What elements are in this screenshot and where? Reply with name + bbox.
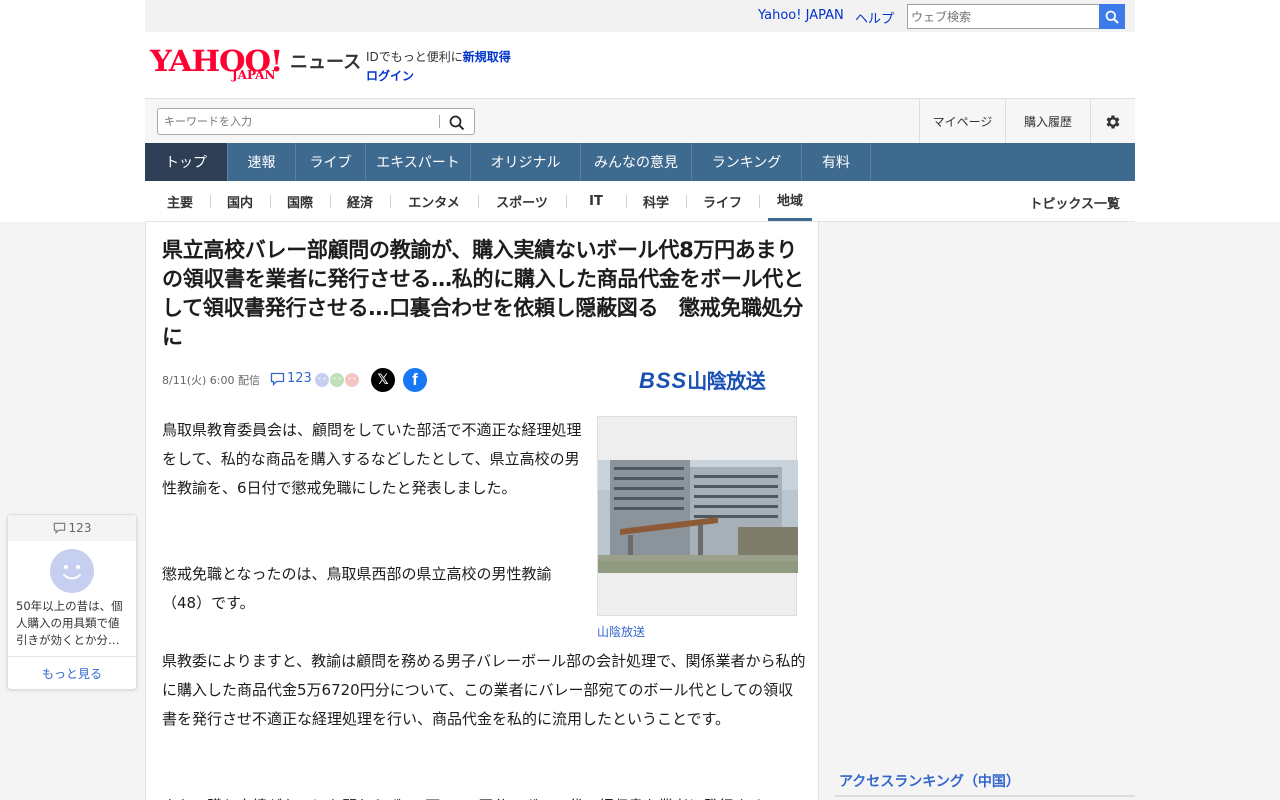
article-meta: 8/11(火) 6:00 配信 [162, 372, 260, 388]
category-sports[interactable]: スポーツ [487, 181, 557, 221]
category-divider [759, 195, 760, 208]
main-nav-expert[interactable]: エキスパート [366, 143, 471, 181]
main-nav-paid[interactable]: 有料 [802, 143, 871, 181]
category-domestic[interactable]: 国内 [220, 181, 260, 221]
category-main[interactable]: 主要 [160, 181, 200, 221]
main-nav-opinions[interactable]: みんなの意見 [581, 143, 692, 181]
news-service-name[interactable]: ニュース [290, 48, 361, 74]
comments-link[interactable]: 123 [270, 371, 312, 386]
article-paragraph: 県教委によりますと、教諭は顧問を務める男子バレーボール部の会計処理で、関係業者か… [162, 652, 806, 728]
search-icon[interactable] [448, 114, 466, 132]
facebook-logo-icon: f [412, 370, 418, 389]
logo-japan-text: JAPAN [232, 68, 276, 82]
topics-list-link[interactable]: トピックス一覧 [1029, 193, 1120, 212]
source-logo-bss: BSS [639, 368, 688, 393]
gear-icon [1106, 114, 1120, 129]
keyword-search-box [157, 108, 475, 135]
main-nav-top[interactable]: トップ [145, 143, 228, 181]
settings-button[interactable] [1090, 99, 1135, 144]
article-paragraph: 懲戒免職となったのは、鳥取県西部の県立高校の男性教諭（48）です。 [162, 565, 552, 612]
category-divider [626, 195, 627, 208]
ranking-divider [835, 795, 1135, 797]
share-facebook-button[interactable]: f [403, 368, 427, 392]
photo-caption[interactable]: 山陰放送 [597, 623, 645, 640]
search-divider [439, 115, 440, 128]
help-link[interactable]: ヘルプ [855, 8, 894, 27]
article-paragraph: 鳥取県教育委員会は、顧問をしていた部活で不適正な経理処理をして、私的な商品を購入… [162, 421, 582, 497]
search-row: マイページ 購入履歴 [145, 98, 1135, 144]
x-logo-icon: 𝕏 [377, 372, 389, 388]
publish-date: 8/11(火) 6:00 [162, 374, 235, 387]
main-nav-ranking[interactable]: ランキング [692, 143, 802, 181]
search-icon [1105, 10, 1119, 24]
category-divider [390, 195, 391, 208]
promo-text: IDでもっと便利に [366, 50, 463, 64]
category-divider [210, 195, 211, 208]
delivery-label: 配信 [237, 374, 260, 387]
signup-link[interactable]: 新規取得 [463, 50, 511, 64]
see-more-comments-link[interactable]: もっと見る [8, 656, 136, 690]
login-link[interactable]: ログイン [366, 67, 414, 84]
web-search-input[interactable] [908, 5, 1098, 28]
smiley-avatar-icon [50, 549, 94, 593]
keyword-search-input[interactable] [158, 109, 438, 134]
category-it[interactable]: IT [575, 181, 617, 221]
main-nav: トップ 速報 ライブ エキスパート オリジナル みんなの意見 ランキング 有料 [145, 143, 1135, 181]
comment-preview-text: 50年以上の昔は、個人購入の用具類で値引きが効くとか分… [16, 599, 123, 647]
comment-count: 123 [287, 371, 312, 386]
main-nav-original[interactable]: オリジナル [471, 143, 581, 181]
category-life[interactable]: ライフ [695, 181, 750, 221]
access-ranking-title[interactable]: アクセスランキング（中国） [839, 771, 1020, 791]
category-divider [686, 195, 687, 208]
category-nav: 主要 国内 国際 経済 エンタメ スポーツ IT 科学 ライフ 地域 トピックス… [145, 181, 1135, 222]
comment-icon [270, 372, 285, 386]
category-international[interactable]: 国際 [280, 181, 320, 221]
logo-row: YAHOO! JAPAN ニュース IDでもっと便利に新規取得 ログイン [145, 32, 1135, 98]
article-paragraph: また、購入実績がないにも関わらず、2万7100円分のボール代の領収書を業者に発行… [162, 792, 806, 800]
category-divider [566, 195, 567, 208]
category-divider [270, 195, 271, 208]
article-headline: 県立高校バレー部顧問の教諭が、購入実績ないボール代8万円あまりの領収書を業者に発… [162, 238, 804, 349]
web-search-button[interactable] [1099, 4, 1125, 29]
purchase-history-button[interactable]: 購入履歴 [1005, 99, 1090, 144]
utility-bar: Yahoo! JAPAN ヘルプ [145, 0, 1135, 32]
id-promo: IDでもっと便利に新規取得 [366, 48, 511, 65]
category-divider [330, 195, 331, 208]
main-nav-breaking[interactable]: 速報 [228, 143, 296, 181]
share-x-button[interactable]: 𝕏 [371, 368, 395, 392]
comment-widget-count: 123 [68, 521, 92, 535]
building-photo [598, 460, 798, 573]
main-nav-live[interactable]: ライブ [296, 143, 366, 181]
yahoo-logo[interactable]: YAHOO! JAPAN [150, 44, 286, 82]
web-search-box [907, 4, 1125, 29]
category-local[interactable]: 地域 [768, 181, 812, 221]
category-entertainment[interactable]: エンタメ [399, 181, 469, 221]
source-logo[interactable]: BSS山陰放送 [639, 365, 766, 394]
article: 県立高校バレー部顧問の教諭が、購入実績ないボール代8万円あまりの領収書を業者に発… [145, 222, 819, 800]
article-photo[interactable] [597, 416, 798, 616]
category-divider [478, 195, 479, 208]
source-logo-name: 山陰放送 [687, 369, 766, 393]
comment-widget-header: 123 [8, 515, 136, 541]
category-science[interactable]: 科学 [635, 181, 677, 221]
category-economy[interactable]: 経済 [340, 181, 380, 221]
comment-widget[interactable]: 123 50年以上の昔は、個人購入の用具類で値引きが効くとか分… もっと見る [7, 514, 137, 690]
yahoo-japan-link[interactable]: Yahoo! JAPAN [758, 8, 844, 23]
mypage-button[interactable]: マイページ [919, 99, 1005, 144]
reaction-faces-icon [315, 373, 359, 387]
comment-icon [53, 522, 65, 534]
